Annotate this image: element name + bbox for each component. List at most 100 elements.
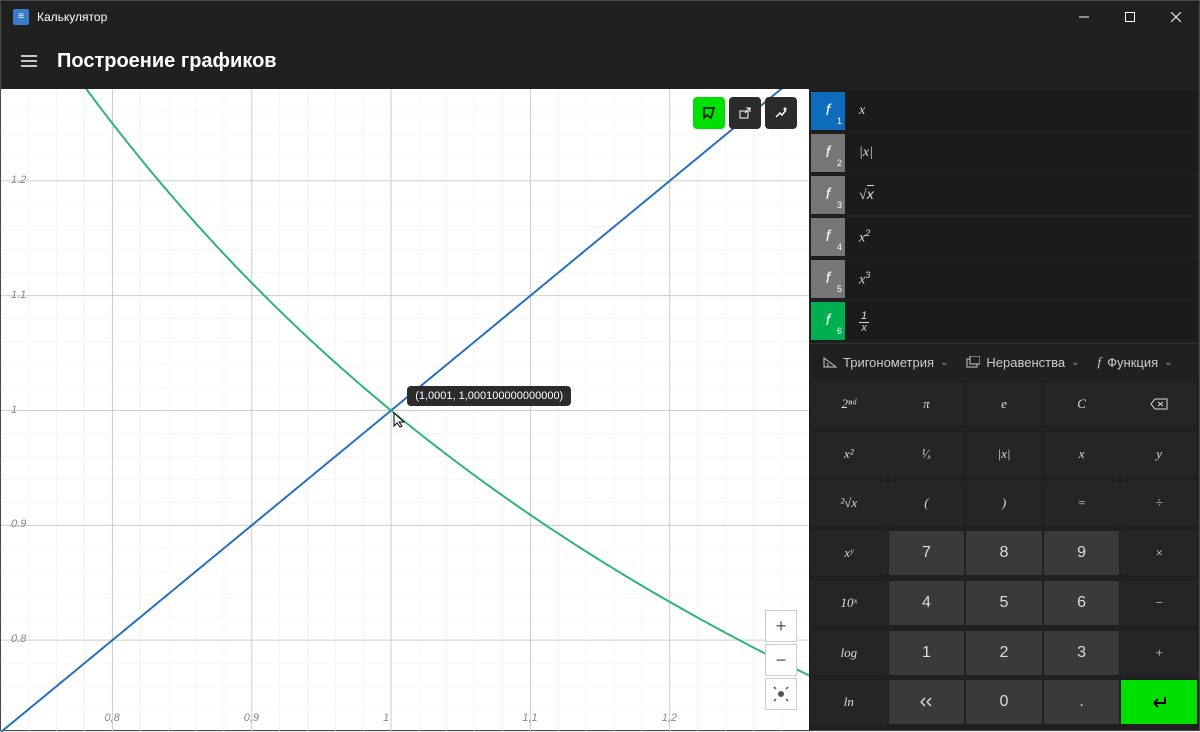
function-item-6[interactable]: f6 1x	[811, 301, 1197, 341]
key-r5-2[interactable]: 2	[966, 631, 1042, 675]
function-list: f1 x f2 |x| f3 √x f4 x2 f5 x3 f6 1x	[809, 89, 1199, 343]
keypad-tabs: Тригонометрия⌄ Неравенства⌄ f Функция⌄	[809, 343, 1199, 380]
maximize-button[interactable]	[1107, 1, 1153, 33]
tab-function[interactable]: f Функция⌄	[1098, 354, 1173, 370]
function-badge: f1	[811, 92, 845, 130]
function-icon: f	[1098, 354, 1102, 370]
key-r4-0[interactable]: 10ˣ	[811, 581, 887, 625]
function-badge: f5	[811, 260, 845, 298]
function-expression: x3	[859, 270, 870, 289]
key-r4-1[interactable]: 4	[889, 581, 965, 625]
app-icon: ≡	[13, 9, 29, 25]
y-tick-label: 1	[11, 404, 17, 416]
key-r2-0[interactable]: ²√x	[811, 481, 887, 525]
key-r3-1[interactable]: 7	[889, 531, 965, 575]
function-badge: f6	[811, 302, 845, 340]
y-tick-label: 1.2	[11, 174, 26, 186]
key-r5-1[interactable]: 1	[889, 631, 965, 675]
key-r6-2[interactable]: 0	[966, 680, 1042, 724]
function-expression: √x	[859, 186, 874, 204]
function-expression: |x|	[859, 145, 873, 161]
key-enter[interactable]	[1121, 680, 1197, 724]
x-tick-label: 1	[383, 712, 389, 724]
function-item-3[interactable]: f3 √x	[811, 175, 1197, 215]
key-r1-2[interactable]: |x|	[966, 432, 1042, 476]
menu-button[interactable]	[9, 41, 49, 81]
content: (1,0001, 1,000100000000000) + − 0,80,911…	[1, 89, 1199, 730]
y-tick-label: 1.1	[11, 289, 26, 301]
key-r5-3[interactable]: 3	[1044, 631, 1120, 675]
key-r4-2[interactable]: 5	[966, 581, 1042, 625]
close-button[interactable]	[1153, 1, 1199, 33]
key-r3-3[interactable]: 9	[1044, 531, 1120, 575]
function-badge: f4	[811, 218, 845, 256]
header: Построение графиков	[1, 33, 1199, 89]
key-r6-0[interactable]: ln	[811, 680, 887, 724]
x-tick-label: 1,2	[662, 712, 677, 724]
function-item-5[interactable]: f5 x3	[811, 259, 1197, 299]
angle-icon	[823, 356, 837, 368]
function-badge: f3	[811, 176, 845, 214]
graph-tooltip: (1,0001, 1,000100000000000)	[407, 386, 571, 406]
zoom-in-button[interactable]: +	[765, 610, 797, 642]
keypad: 2ⁿᵈπeCx²¹⁄ₓ|x|xy ²√x()=÷ xʸ789× 10ˣ456− log1…	[809, 380, 1199, 730]
key-r0-2[interactable]: e	[966, 382, 1042, 426]
zoom-controls: + −	[765, 610, 797, 710]
key-backspace[interactable]	[1121, 382, 1197, 426]
window-title: Калькулятор	[37, 10, 1061, 24]
key-sign-toggle[interactable]	[889, 680, 965, 724]
graph-toolbar	[693, 97, 797, 129]
y-tick-label: 0.9	[11, 518, 26, 530]
key-r1-1[interactable]: ¹⁄ₓ	[889, 432, 965, 476]
chevron-down-icon: ⌄	[1071, 357, 1079, 368]
function-expression: x	[859, 103, 865, 119]
settings-button[interactable]	[765, 97, 797, 129]
tab-inequality[interactable]: Неравенства⌄	[966, 355, 1079, 370]
side-panel: f1xf2|x|f3√xf4x2f5x3f61x Тригонометрия⌄ …	[809, 89, 1199, 730]
key-r0-1[interactable]: π	[889, 382, 965, 426]
key-r2-1[interactable]: (	[889, 481, 965, 525]
x-tick-label: 0,8	[104, 712, 119, 724]
key-r4-4[interactable]: −	[1121, 581, 1197, 625]
key-r5-4[interactable]: +	[1121, 631, 1197, 675]
function-item-4[interactable]: f4 x2	[811, 217, 1197, 257]
function-expression: x2	[859, 228, 870, 247]
app-window: ≡ Калькулятор Построение графиков (1,000…	[0, 0, 1200, 731]
chevron-down-icon: ⌄	[1164, 357, 1172, 368]
function-badge: f2	[811, 134, 845, 172]
inequality-icon	[966, 356, 980, 368]
graph-area[interactable]: (1,0001, 1,000100000000000) + − 0,8 0,9 1 1…	[1, 89, 809, 730]
graph-canvas	[1, 89, 809, 732]
minimize-button[interactable]	[1061, 1, 1107, 33]
key-r3-2[interactable]: 8	[966, 531, 1042, 575]
key-r2-3[interactable]: =	[1044, 481, 1120, 525]
key-r5-0[interactable]: log	[811, 631, 887, 675]
function-item-2[interactable]: f2 |x|	[811, 133, 1197, 173]
key-r1-3[interactable]: x	[1044, 432, 1120, 476]
key-r6-3[interactable]: .	[1044, 680, 1120, 724]
key-r0-3[interactable]: C	[1044, 382, 1120, 426]
key-r1-4[interactable]: y	[1121, 432, 1197, 476]
y-tick-label: 0.8	[11, 633, 26, 645]
share-button[interactable]	[729, 97, 761, 129]
cursor-icon	[393, 412, 407, 431]
window-controls	[1061, 1, 1199, 33]
key-r2-4[interactable]: ÷	[1121, 481, 1197, 525]
chevron-down-icon: ⌄	[940, 357, 948, 368]
key-r3-4[interactable]: ×	[1121, 531, 1197, 575]
page-title: Построение графиков	[57, 50, 277, 73]
key-r2-2[interactable]: )	[966, 481, 1042, 525]
x-tick-label: 0,9	[244, 712, 259, 724]
x-tick-label: 1,1	[522, 712, 537, 724]
function-item-1[interactable]: f1 x	[811, 91, 1197, 131]
zoom-out-button[interactable]: −	[765, 644, 797, 676]
function-expression: 1x	[859, 308, 869, 334]
titlebar: ≡ Калькулятор	[1, 1, 1199, 33]
trace-tool-button[interactable]	[693, 97, 725, 129]
key-r3-0[interactable]: xʸ	[811, 531, 887, 575]
zoom-fit-button[interactable]	[765, 678, 797, 710]
key-r4-3[interactable]: 6	[1044, 581, 1120, 625]
key-r0-0[interactable]: 2ⁿᵈ	[811, 382, 887, 426]
tab-trig[interactable]: Тригонометрия⌄	[823, 355, 948, 370]
key-r1-0[interactable]: x²	[811, 432, 887, 476]
